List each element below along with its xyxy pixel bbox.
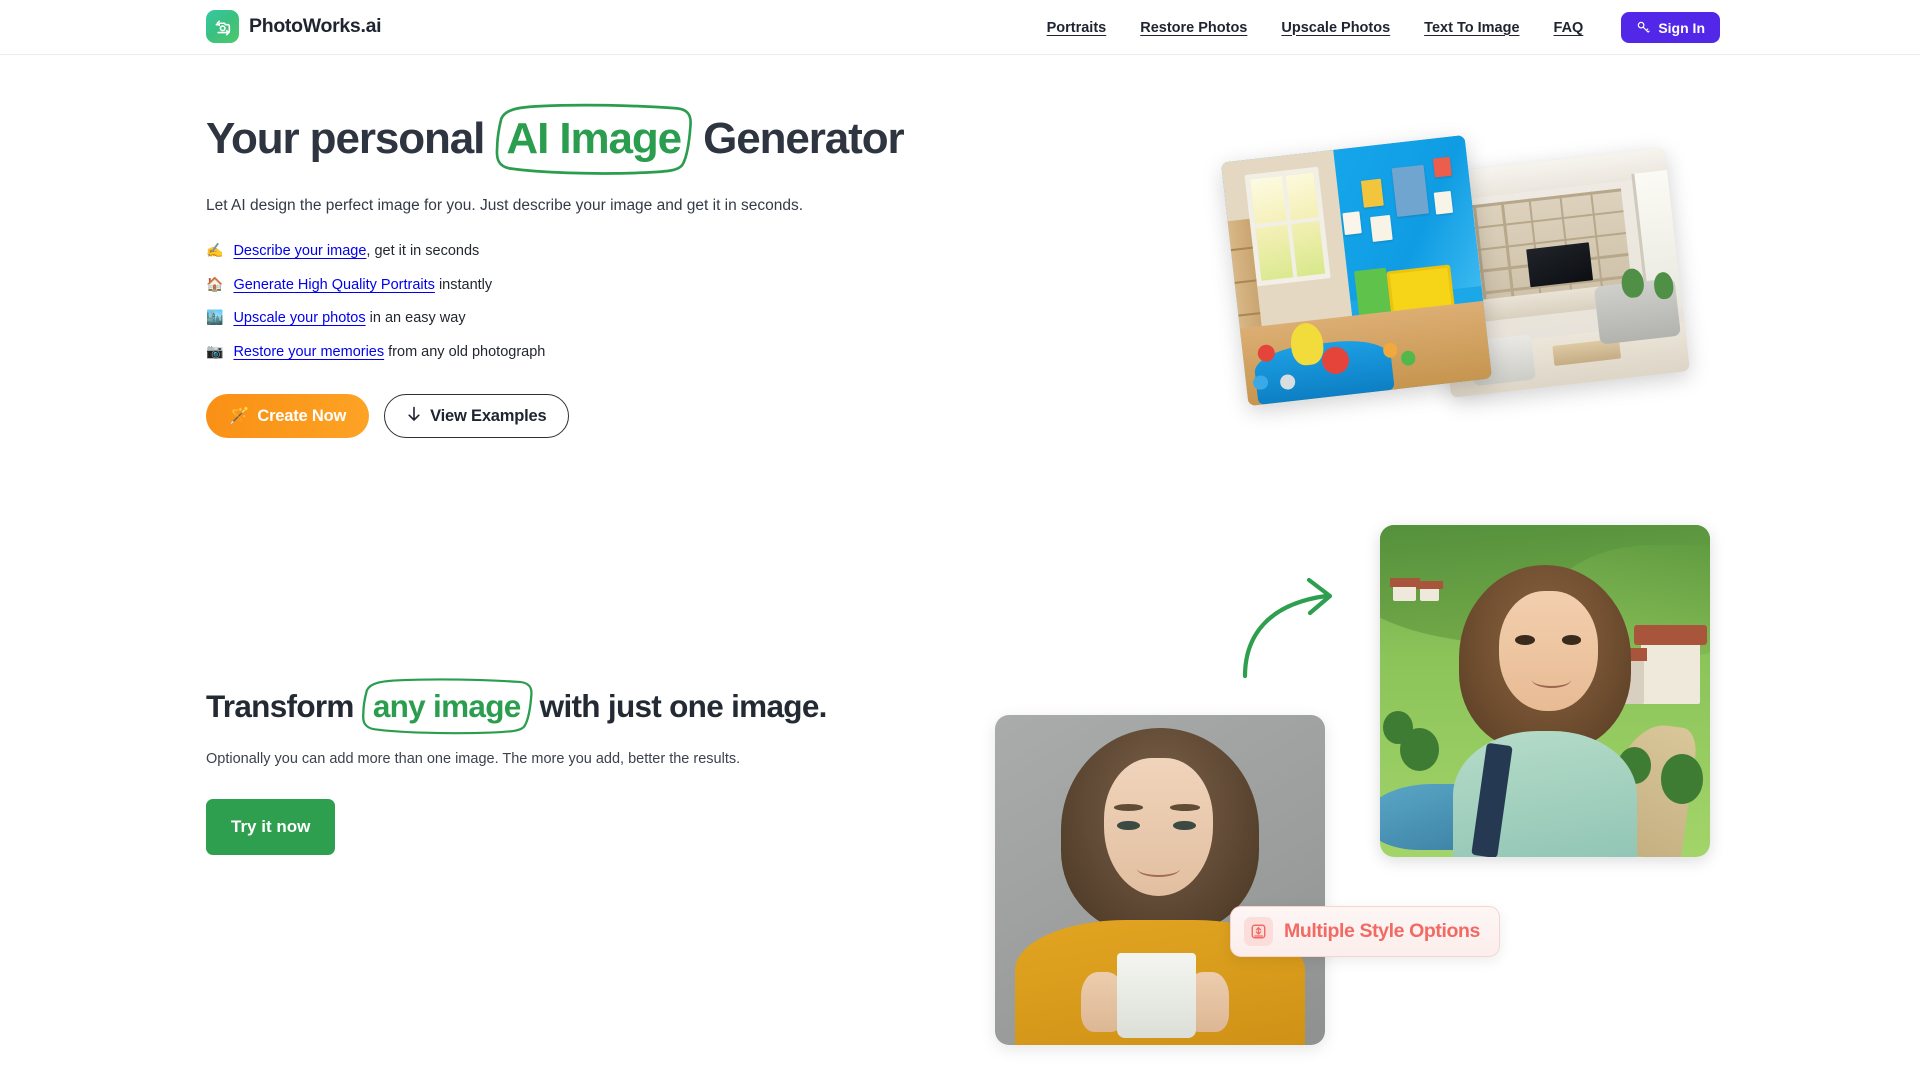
key-icon — [1636, 20, 1651, 35]
sign-in-label: Sign In — [1658, 19, 1705, 36]
brand-name: PhotoWorks.ai — [249, 15, 382, 37]
hero-title-after: Generator — [703, 114, 904, 163]
transform-title-highlight: any image — [372, 688, 521, 724]
camera-refresh-icon — [206, 10, 239, 43]
hero-title-highlight: AI Image — [506, 114, 682, 163]
transform-subtitle: Optionally you can add more than one ima… — [206, 751, 741, 767]
feature-text: Upscale your photos in an easy way — [233, 307, 465, 330]
hero-subtitle: Let AI design the perfect image for you.… — [206, 196, 804, 214]
download-box-icon — [1244, 917, 1273, 946]
create-now-button[interactable]: 🪄 Create Now — [206, 394, 370, 439]
hero-title-before: Your personal — [206, 114, 485, 163]
feature-rest: from any old photograph — [384, 344, 546, 361]
feature-rest: instantly — [434, 276, 493, 293]
feature-item-upscale: 🏙️ Upscale your photos in an easy way — [206, 306, 1006, 330]
transform-title-after: with just one image. — [539, 688, 828, 724]
transform-text-block: Transform any image with just one image.… — [206, 678, 986, 855]
feature-text: Restore your memories from any old photo… — [233, 341, 545, 364]
nav-item-upscale-photos[interactable]: Upscale Photos — [1264, 20, 1407, 36]
hero-text-block: Your personal AI Image Generator Let AI … — [206, 103, 1006, 439]
transform-image-original — [995, 715, 1325, 1045]
feature-link-upscale[interactable]: Upscale your photos — [233, 310, 365, 326]
cityscape-emoji: 🏙️ — [206, 309, 224, 326]
create-now-label: Create Now — [257, 406, 347, 425]
hero-feature-list: ✍️ Describe your image, get it in second… — [206, 239, 1006, 364]
hero-image-group — [1220, 134, 1700, 420]
feature-link-portraits[interactable]: Generate High Quality Portraits — [233, 277, 434, 293]
view-examples-button[interactable]: View Examples — [384, 394, 570, 439]
curved-arrow-icon — [1242, 577, 1333, 679]
sign-in-button[interactable]: Sign In — [1621, 12, 1720, 43]
feature-text: Generate High Quality Portraits instantl… — [233, 274, 492, 297]
feature-text: Describe your image, get it in seconds — [233, 240, 479, 263]
hero-cta-row: 🪄 Create Now View Examples — [206, 394, 1006, 439]
nav-item-text-to-image[interactable]: Text To Image — [1407, 20, 1536, 36]
main-navigation: Portraits Restore Photos Upscale Photos … — [1030, 0, 1720, 55]
feature-rest: in an easy way — [365, 310, 466, 327]
transform-image-generated — [1380, 525, 1710, 857]
hero-title-highlight-wrap: AI Image — [495, 103, 693, 175]
view-examples-label: View Examples — [430, 406, 547, 425]
writing-hand-emoji: ✍️ — [206, 242, 224, 259]
magic-wand-emoji: 🪄 — [229, 406, 250, 425]
site-header: PhotoWorks.ai Portraits Restore Photos U… — [0, 0, 1920, 55]
feature-item-portraits: 🏠 Generate High Quality Portraits instan… — [206, 273, 1006, 297]
feature-link-describe[interactable]: Describe your image — [233, 243, 366, 259]
nav-item-restore-photos[interactable]: Restore Photos — [1123, 20, 1264, 36]
page-title: Your personal AI Image Generator — [206, 103, 1006, 175]
try-it-now-button[interactable]: Try it now — [206, 799, 336, 855]
transform-title-before: Transform — [206, 688, 354, 724]
transform-title: Transform any image with just one image. — [206, 678, 986, 735]
house-emoji: 🏠 — [206, 275, 224, 292]
feature-item-restore: 📷 Restore your memories from any old pho… — [206, 340, 1006, 364]
transform-title-highlight-wrap: any image — [361, 678, 533, 735]
badge-label: Multiple Style Options — [1284, 920, 1480, 942]
camera-emoji: 📷 — [206, 343, 224, 360]
hero-image-playroom — [1220, 134, 1493, 407]
arrow-down-icon — [407, 406, 421, 427]
brand-logo-link[interactable]: PhotoWorks.ai — [206, 10, 382, 43]
feature-link-restore[interactable]: Restore your memories — [233, 344, 384, 360]
nav-item-faq[interactable]: FAQ — [1537, 20, 1601, 36]
multiple-style-options-badge[interactable]: Multiple Style Options — [1230, 906, 1500, 957]
nav-item-portraits[interactable]: Portraits — [1030, 20, 1124, 36]
feature-rest: , get it in seconds — [366, 243, 480, 260]
feature-item-describe: ✍️ Describe your image, get it in second… — [206, 239, 1006, 263]
